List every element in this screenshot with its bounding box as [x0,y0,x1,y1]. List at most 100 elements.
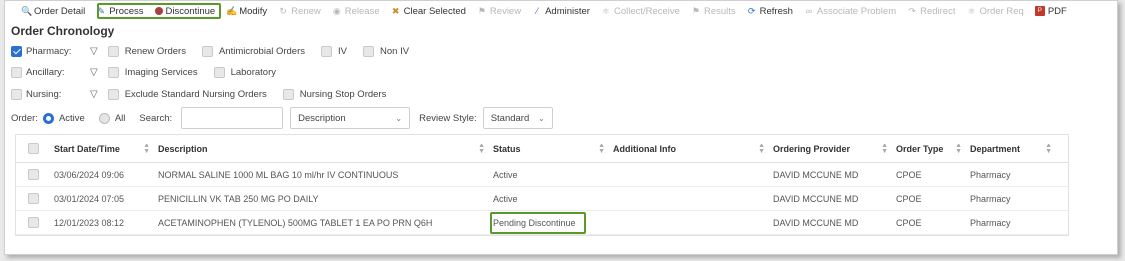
antimicrobial-orders-checkbox[interactable] [201,46,213,57]
sort-icon: ▲ ▼ [881,143,888,154]
nursing-checkbox[interactable] [11,89,22,100]
sort-icon: ▲ ▼ [1045,143,1052,154]
pharmacy-checkbox[interactable] [11,46,22,57]
all-radio[interactable] [98,112,110,124]
associate-problem-button[interactable]: ∞ Associate Problem [804,6,896,17]
iv-checkbox[interactable] [321,46,333,57]
row-checkbox[interactable] [27,193,39,204]
clear-selected-button[interactable]: ✖ Clear Selected [391,6,466,17]
redirect-label: Redirect [920,5,956,17]
redirect-button[interactable]: ↷ Redirect [907,6,955,17]
pharmacy-filter-row: Pharmacy: ▽ Renew Orders Antimicrobial O… [11,46,409,57]
select-all-cell [16,143,50,154]
col-ordering-provider[interactable]: Ordering Provider ▲ ▼ [769,144,892,154]
row-description: ACETAMINOPHEN (TYLENOL) 500MG TABLET 1 E… [158,217,433,228]
row-select-cell [16,169,50,180]
select-all-checkbox[interactable] [27,143,39,154]
search-by-value: Description [298,112,346,124]
row-ordering-provider: DAVID MCCUNE MD [773,193,859,204]
row-description: PENICILLIN VK TAB 250 MG PO DAILY [158,193,319,204]
chevron-down-icon: ⌄ [537,113,545,123]
renew-button[interactable]: ↻ Renew [278,5,321,17]
order-search-row: Order: Active All Search: Description ⌄ … [11,107,553,129]
row-order-type: CPOE [896,217,922,228]
administer-button[interactable]: ⁄ Administer [532,6,590,17]
pharmacy-filter-icon[interactable]: ▽ [90,46,98,57]
refresh-label: Refresh [759,5,793,17]
ancillary-filter-icon[interactable]: ▽ [90,67,98,78]
iv-label: IV [338,46,347,57]
modify-button[interactable]: ✍ Modify [226,6,267,17]
imaging-services-checkbox[interactable] [107,67,119,78]
table-header: Start Date/Time ▲ ▼ Description ▲ ▼ Status ▲ ▼… [16,135,1068,163]
collect-receive-label: Collect/Receive [613,5,680,17]
associate-problem-label: Associate Problem [816,5,897,17]
row-select-cell [16,217,50,228]
row-checkbox[interactable] [27,217,39,228]
row-select-cell [16,193,50,204]
refresh-button[interactable]: ⟳ Refresh [747,6,793,17]
pdf-button[interactable]: P PDF [1034,6,1067,17]
review-button[interactable]: ⚑ Review [477,6,521,17]
row-order-type: CPOE [896,169,922,180]
active-label: Active [58,112,85,124]
active-radio[interactable] [42,112,54,124]
order-req-button[interactable]: ⚛ Order Req [966,6,1023,17]
row-start-date: 03/06/2024 09:06 [54,169,125,180]
antimicrobial-orders-label: Antimicrobial Orders [218,46,306,57]
exclude-standard-nursing-checkbox[interactable] [107,89,119,100]
col-description[interactable]: Description ▲ ▼ [154,144,489,154]
table-row[interactable]: 03/06/2024 09:06 NORMAL SALINE 1000 ML B… [16,163,1068,187]
laboratory-checkbox[interactable] [213,67,225,78]
renew-orders-checkbox[interactable] [107,46,119,57]
search-label: Search: [139,112,173,124]
ancillary-checkbox[interactable] [11,67,22,78]
renew-label: Renew [291,5,321,17]
results-button[interactable]: ⚑ Results [691,6,736,17]
sort-icon: ▲ ▼ [758,143,765,154]
sort-icon: ▲ ▼ [955,143,962,154]
col-additional-info[interactable]: Additional Info ▲ ▼ [609,144,769,154]
pending-discontinue-highlight [490,212,586,234]
row-start-date: 12/01/2023 08:12 [54,217,125,228]
col-start-date-label: Start Date/Time [54,143,120,154]
magnifier-icon: 🔍 [21,6,33,16]
row-order-type: CPOE [896,193,922,204]
col-order-type-label: Order Type [896,143,944,154]
review-style-select[interactable]: Standard ⌄ [482,107,553,129]
results-icon: ⚑ [691,6,700,16]
nursing-stop-orders-checkbox[interactable] [282,89,294,100]
non-iv-checkbox[interactable] [363,46,374,57]
col-status[interactable]: Status ▲ ▼ [489,144,609,154]
table-row[interactable]: 03/01/2024 07:05 PENICILLIN VK TAB 250 M… [16,187,1068,211]
search-by-select[interactable]: Description ⌄ [290,107,411,129]
nursing-stop-orders-label: Nursing Stop Orders [299,89,387,100]
renew-icon: ↻ [279,6,287,16]
row-checkbox[interactable] [27,169,39,180]
release-label: Release [344,5,380,17]
collect-receive-button[interactable]: ⚛ Collect/Receive [601,6,680,17]
review-icon: ⚑ [477,6,486,16]
col-start-date[interactable]: Start Date/Time ▲ ▼ [50,144,154,154]
nursing-filter-icon[interactable]: ▽ [90,89,98,100]
process-discontinue-highlight [97,3,221,19]
nursing-label: Nursing: [26,89,62,100]
administer-label: Administer [545,5,590,17]
order-req-icon: ⚛ [967,6,976,16]
nursing-filter-row: Nursing: ▽ Exclude Standard Nursing Orde… [11,89,386,100]
associate-icon: ∞ [805,6,813,16]
review-style-value: Standard [490,112,530,124]
order-req-label: Order Req [979,5,1024,17]
row-start-date: 03/01/2024 07:05 [54,193,125,204]
laboratory-label: Laboratory [230,67,276,78]
non-iv-label: Non IV [380,46,410,57]
modify-icon: ✍ [226,6,238,16]
search-input[interactable] [181,107,284,129]
col-department[interactable]: Department ▲ ▼ [966,144,1056,154]
review-label: Review [489,5,522,17]
col-description-label: Description [158,143,208,154]
col-order-type[interactable]: Order Type ▲ ▼ [892,144,966,154]
row-department: Pharmacy [970,169,1011,180]
order-detail-button[interactable]: 🔍 Order Detail [21,6,85,17]
release-button[interactable]: ◉ Release [332,6,380,17]
